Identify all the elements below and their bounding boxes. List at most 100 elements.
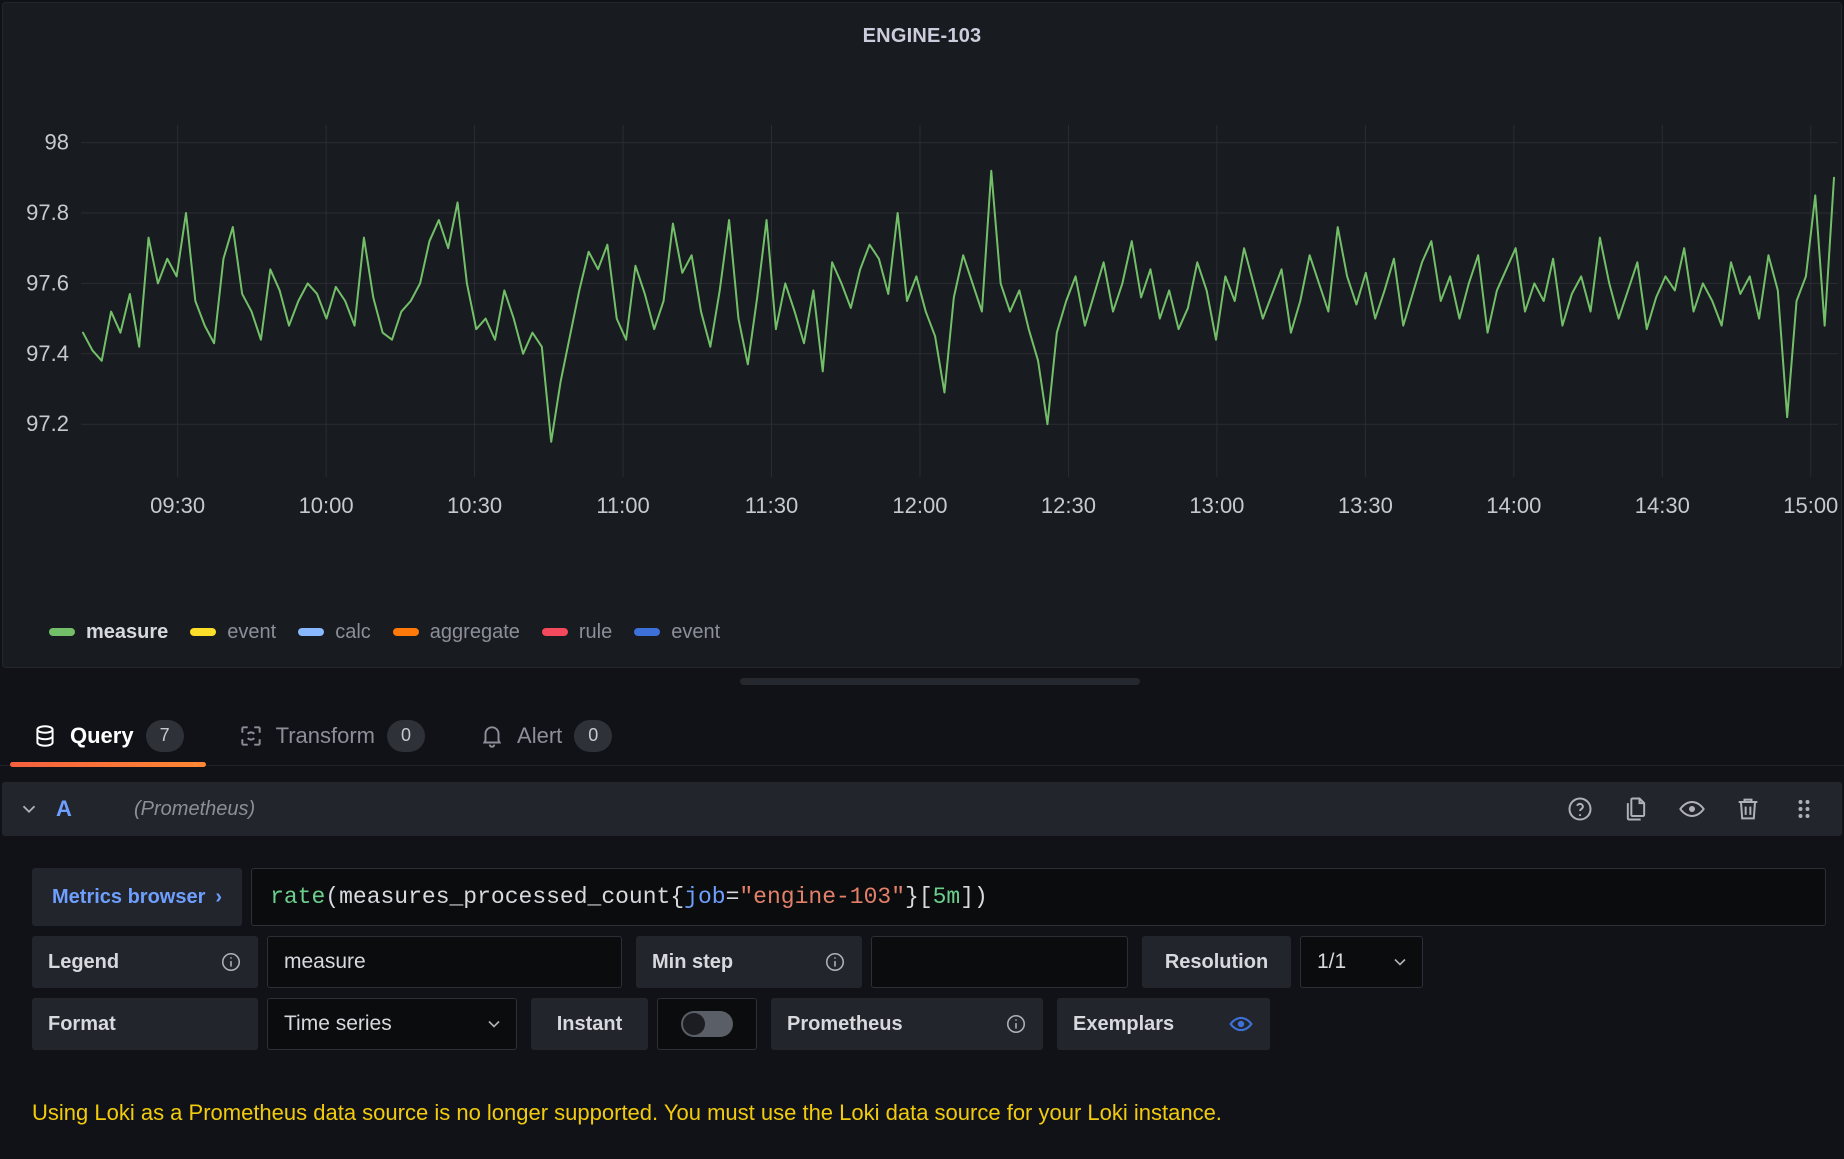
min-step-info-icon[interactable] [824,951,846,973]
query-ref-id[interactable]: A [56,796,134,822]
query-datasource-name: (Prometheus) [134,797,256,820]
expr-token: rate [270,884,326,910]
legend-format-input[interactable]: measure [267,936,622,988]
tab-alert-label: Alert [517,722,563,748]
expr-token: = [725,884,740,910]
y-axis-tick-label: 97.8 [26,200,69,225]
instant-toggle-track [681,1011,733,1037]
min-step-label-group: Min step [636,936,862,988]
trash-icon[interactable] [1734,795,1762,823]
prometheus-label-group: Prometheus [771,998,1043,1050]
datasource-warning-message: Using Loki as a Prometheus data source i… [32,1100,1222,1125]
metrics-browser-button[interactable]: Metrics browser › [32,868,243,926]
legend-color-swatch [190,628,217,636]
expr-token: job [684,884,726,910]
resolution-select[interactable]: 1/1 [1300,936,1423,988]
panel-title: ENGINE-103 [862,25,982,47]
x-axis-tick-label: 10:30 [447,493,502,518]
instant-toggle-knob [683,1013,705,1035]
x-axis-tick-label: 11:00 [596,493,649,518]
query-row-actions [1566,795,1842,823]
legend-item[interactable]: event [634,621,720,644]
x-axis-tick-label: 14:30 [1635,493,1690,518]
query-row-header: A (Prometheus) [2,782,1842,836]
legend-color-swatch [49,628,75,636]
transform-icon [240,725,261,746]
instant-toggle[interactable] [657,998,757,1050]
series-line-measure [82,169,1835,443]
tab-alert[interactable]: Alert 0 [457,706,634,766]
min-step-input[interactable] [871,936,1128,988]
x-axis-tick-label: 10:00 [299,493,354,518]
tab-query[interactable]: Query 7 [10,706,206,767]
format-select[interactable]: Time series [267,998,517,1050]
x-axis-tick-label: 11:30 [745,493,798,518]
instant-label: Instant [531,998,648,1050]
legend-options-row: Legend measure Min step Resolution 1/1 [0,936,1844,988]
y-axis-tick-label: 97.6 [26,270,69,295]
prometheus-label: Prometheus [787,1012,903,1035]
legend-item[interactable]: measure [49,621,168,644]
legend-color-swatch [298,628,325,636]
legend-color-swatch [541,628,568,636]
expression-row: Metrics browser › rate(measures_processe… [0,868,1844,926]
legend-color-swatch [392,628,419,636]
eye-icon[interactable] [1678,795,1706,823]
format-label: Format [32,998,258,1050]
tab-query-label: Query [70,722,134,748]
chevron-right-icon: › [215,885,223,908]
metrics-browser-label: Metrics browser [52,885,206,908]
tab-alert-count: 0 [574,719,613,752]
legend-label: calc [335,620,371,643]
x-axis-tick-label: 14:00 [1486,493,1541,518]
database-icon [36,724,54,747]
legend-label: event [671,620,721,643]
exemplars-label: Exemplars [1073,1012,1175,1035]
expr-token: }[ [905,884,933,910]
expr-token: (measures_processed_count{ [325,884,685,910]
promql-expression-input[interactable]: rate(measures_processed_count{job="engin… [251,868,1827,926]
tab-transform[interactable]: Transform 0 [216,706,447,766]
chevron-down-icon [22,805,36,814]
prometheus-info-icon[interactable] [1005,1013,1027,1035]
legend-label: event [227,620,277,643]
legend-label: Legend [48,950,120,973]
exemplars-group[interactable]: Exemplars [1057,998,1270,1050]
collapse-query-toggle[interactable] [2,798,56,820]
x-axis-tick-label: 15:00 [1783,493,1838,518]
legend-item[interactable]: calc [298,621,371,644]
tab-query-count: 7 [145,719,184,752]
duplicate-icon[interactable] [1622,795,1650,823]
legend-item[interactable]: event [190,621,276,644]
chart-svg: 97.2 97.4 97.6 97.8 98 09:30 10:00 10:30 11:00 11… [26,125,1838,518]
resolution-value: 1/1 [1317,950,1347,973]
y-axis-tick-label: 97.4 [26,341,69,366]
exemplars-eye-icon[interactable] [1228,1011,1254,1037]
expr-token: ]) [960,884,988,910]
y-axis-tick-label: 97.2 [26,411,69,436]
legend-label: measure [86,620,169,643]
y-axis-tick-label: 98 [45,130,69,155]
time-series-plot[interactable]: 97.2 97.4 97.6 97.8 98 09:30 10:00 10:30 11:00 11… [3,99,1843,569]
legend-label: rule [578,620,613,643]
legend-label-group: Legend [32,936,258,988]
legend-info-icon[interactable] [220,951,242,973]
x-axis-tick-label: 12:30 [1041,493,1096,518]
legend-item[interactable]: rule [541,620,613,644]
min-step-label: Min step [652,950,734,973]
chevron-down-icon [488,1020,500,1028]
tab-transform-label: Transform [275,722,376,748]
expr-token: 5m [932,884,961,910]
legend-label: aggregate [429,620,520,643]
legend-item[interactable]: aggregate [392,620,520,644]
bell-icon [482,725,502,748]
help-icon[interactable] [1566,795,1594,823]
panel-resize-handle[interactable] [740,678,1140,685]
x-axis-tick-label: 13:00 [1189,493,1244,518]
grafana-panel-edit-page: ENGINE-103 97.2 97.4 97.6 97.8 98 09:30 10:00 1… [0,0,1844,1159]
x-axis-tick-label: 12:00 [892,493,947,518]
drag-handle-icon[interactable] [1790,795,1818,823]
x-axis-tick-label: 13:30 [1338,493,1393,518]
prometheus-query-editor: Metrics browser › rate(measures_processe… [0,868,1844,1060]
expr-token: "engine-103" [739,884,906,910]
